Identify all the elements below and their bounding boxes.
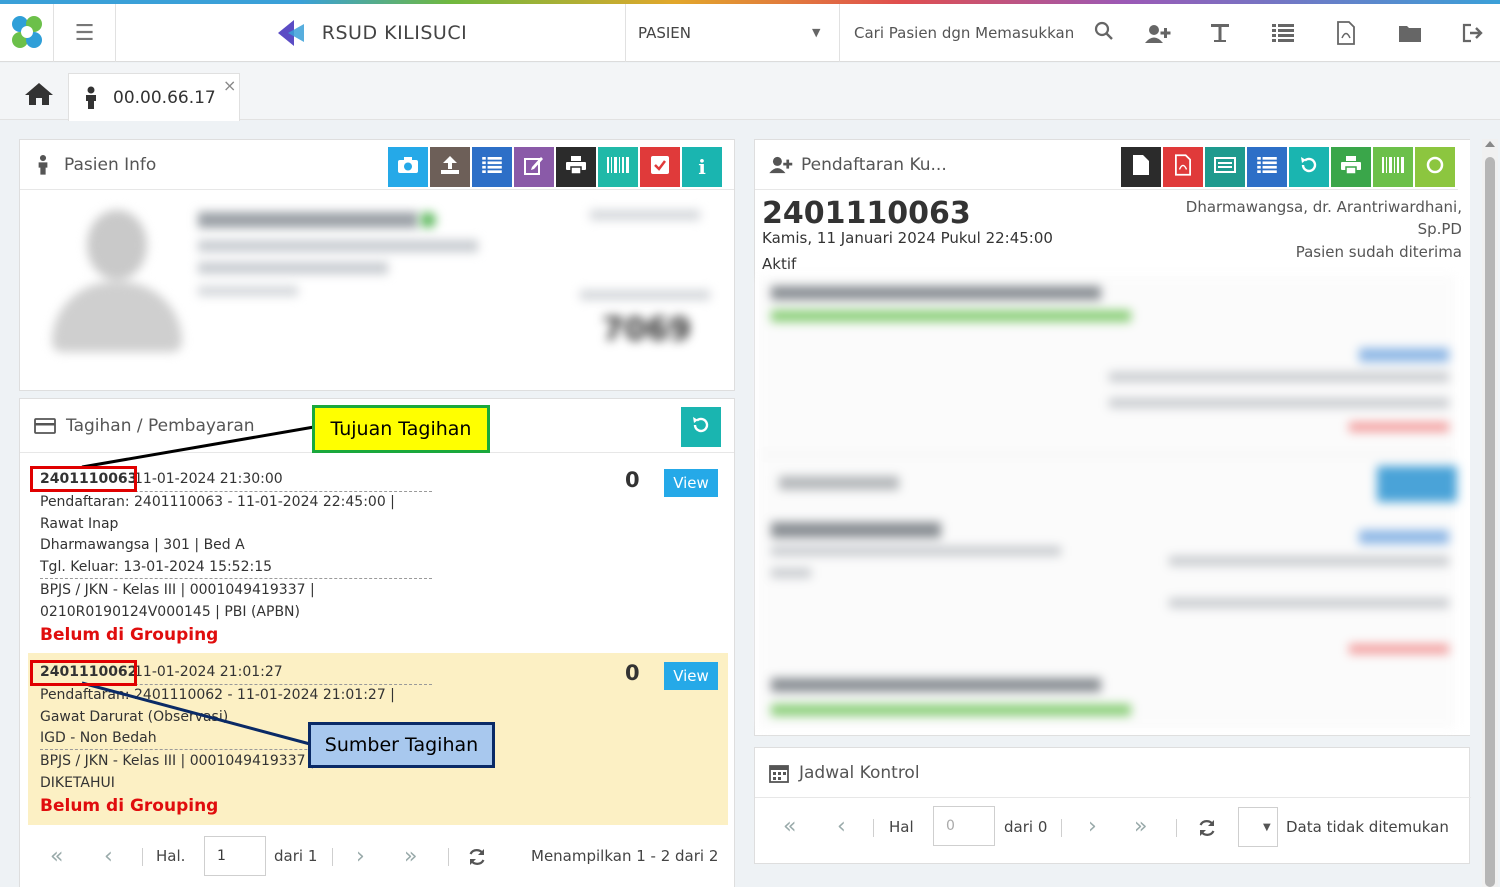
- source-callout: Sumber Tagihan: [308, 722, 495, 768]
- target-pointer-line: [81, 425, 315, 469]
- annotation-lines: [81, 425, 315, 746]
- target-callout: Tujuan Tagihan: [312, 405, 490, 453]
- target-id-highlight: [30, 466, 137, 492]
- source-pointer-line: [81, 681, 311, 746]
- source-id-highlight: [30, 660, 137, 686]
